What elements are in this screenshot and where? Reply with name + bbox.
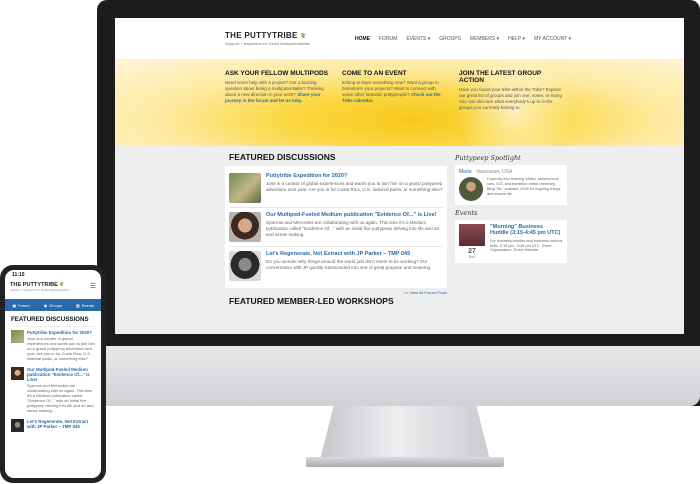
list-item[interactable]: Let's Regenerate, Not Extract with JP Pa… (229, 247, 443, 285)
spotlight-card: Mario · Vancouver, USA Currently into le… (455, 165, 567, 205)
post-excerpt: Jose is a curator of global experiences … (266, 181, 443, 193)
tab-events-label: Events (81, 302, 94, 308)
post-excerpt: Sparrow and Mercedes are collaborating w… (27, 383, 94, 414)
post-thumbnail (229, 173, 261, 203)
post-title[interactable]: Our Multipod-Fueled Medium publication "… (266, 212, 443, 218)
hamburger-menu-icon[interactable]: ☰ (90, 282, 96, 290)
post-thumbnail (229, 212, 261, 242)
nav-events[interactable]: EVENTS ▾ (406, 36, 430, 42)
event-title[interactable]: "Morning" Business Huddle (3:15-4:45 pm … (490, 224, 563, 237)
post-excerpt: Do you wonder why things around the worl… (266, 259, 432, 271)
groups-icon: ◉ (43, 302, 48, 308)
events-title: Events (455, 209, 478, 217)
nav-help[interactable]: HELP ▾ (508, 36, 525, 42)
post-title[interactable]: Let's Regenerate, Not Extract with JP Pa… (27, 419, 95, 429)
workshops-title: FEATURED MEMBER-LED WORKSHOPS (229, 296, 394, 306)
forum-icon: ▣ (12, 302, 17, 308)
phone-frame: 11:15 THE PUTTYTRIBE ❦ Support + Inspira… (0, 265, 106, 483)
tab-groups[interactable]: ◉ Groups (37, 299, 69, 311)
main-content: FEATURED DISCUSSIONS Puttytribe Expediti… (115, 146, 684, 334)
banner-event: COME TO AN EVENT Itching to learn someth… (342, 70, 447, 146)
nav-members[interactable]: MEMBERS ▾ (470, 36, 499, 42)
banner-groups-title: JOIN THE LATEST GROUP ACTION (459, 70, 542, 85)
tab-forum[interactable]: ▣ Forum (5, 299, 37, 311)
list-item[interactable]: Our Multipod-Fueled Medium publication "… (229, 208, 443, 247)
post-thumbnail (229, 251, 261, 281)
mobile-tagline: Support + Inspiration for Serial Multipo… (10, 288, 70, 292)
list-item[interactable]: Let's Regenerate, Not Extract with JP Pa… (9, 416, 97, 435)
banner-event-title: COME TO AN EVENT (342, 70, 407, 77)
view-all-forum-link[interactable]: >> View All Forum Posts (225, 290, 448, 295)
mobile-featured-title: FEATURED DISCUSSIONS (11, 316, 89, 323)
logo-text: THE PUTTYTRIBE (225, 31, 298, 40)
tab-groups-label: Groups (49, 302, 63, 308)
post-thumbnail (11, 419, 24, 433)
event-card[interactable]: 27 Nov "Morning" Business Huddle (3:15-4… (455, 220, 567, 263)
post-title[interactable]: Our Multipod-Fueled Medium publication "… (27, 367, 95, 382)
spotlight-text: Currently into learning Welsh, autonomou… (487, 177, 561, 196)
event-text: For business-minded and business-curious… (490, 238, 563, 253)
post-title[interactable]: Let's Regenerate, Not Extract with JP Pa… (266, 251, 443, 257)
event-month: Nov (468, 255, 476, 259)
mobile-screen: 11:15 THE PUTTYTRIBE ❦ Support + Inspira… (5, 270, 101, 478)
spotlight-location: Vancouver, USA (475, 169, 513, 175)
nav-home[interactable]: HOME (355, 36, 370, 42)
desktop-screen: THE PUTTYTRIBE ❦ Support + Inspiration f… (115, 18, 684, 334)
nav-groups[interactable]: GROUPS (439, 36, 461, 42)
event-day: 27 (468, 248, 476, 255)
list-item[interactable]: Puttytribe Expedition for 2020? Jose is … (229, 169, 443, 208)
banner-ask: ASK YOUR FELLOW MULTIPODS Need some help… (225, 70, 330, 146)
mockup-stage: THE PUTTYTRIBE ❦ Support + Inspiration f… (0, 0, 700, 484)
post-title[interactable]: Puttytribe Expedition for 2020? (27, 330, 95, 335)
main-nav: HOME FORUM EVENTS ▾ GROUPS MEMBERS ▾ HEL… (355, 36, 571, 42)
featured-title: FEATURED DISCUSSIONS (229, 152, 336, 162)
post-thumbnail (11, 367, 24, 381)
imac-chin (97, 346, 700, 406)
tab-events[interactable]: ▦ Events (69, 299, 101, 311)
featured-card: Puttytribe Expedition for 2020? Jose is … (225, 166, 447, 288)
site-header: THE PUTTYTRIBE ❦ Support + Inspiration f… (115, 18, 684, 60)
mobile-featured-card: Puttytribe Expedition for 2020? Jose is … (9, 326, 97, 436)
events-icon: ▦ (75, 302, 80, 308)
mobile-tabs: ▣ Forum ◉ Groups ▦ Events (5, 299, 101, 311)
list-item[interactable]: Our Multipod-Fueled Medium publication "… (9, 364, 97, 416)
event-image (459, 224, 485, 246)
nav-forum[interactable]: FORUM (379, 36, 397, 42)
mobile-header: THE PUTTYTRIBE ❦ Support + Inspiration f… (5, 279, 101, 299)
post-excerpt: Jose is a curator of global experiences … (27, 336, 95, 362)
avatar[interactable] (459, 177, 483, 201)
post-thumbnail (11, 330, 24, 343)
banner-ask-title: ASK YOUR FELLOW MULTIPODS (225, 70, 329, 77)
banner-groups-text: Have you found your tribe within the Tri… (459, 87, 563, 110)
post-excerpt: Sparrow and Mercedes are collaborating w… (266, 220, 440, 237)
imac-base (306, 457, 504, 467)
site-tagline: Support + Inspiration for Serial Multipo… (225, 41, 311, 46)
site-logo[interactable]: THE PUTTYTRIBE ❦ Support + Inspiration f… (225, 31, 355, 46)
nav-my-account[interactable]: MY ACCOUNT ▾ (534, 36, 571, 42)
banner-groups: JOIN THE LATEST GROUP ACTION Have you fo… (459, 70, 564, 146)
status-time: 11:15 (12, 272, 25, 278)
list-item[interactable]: Puttytribe Expedition for 2020? Jose is … (9, 327, 97, 364)
sidebar: Puttypeep Spotlight Mario · Vancouver, U… (455, 150, 567, 334)
event-date: 27 Nov (459, 248, 485, 259)
tab-forum-label: Forum (18, 302, 30, 308)
leaf-icon: ❦ (300, 33, 307, 40)
imac-stand (320, 406, 490, 460)
spotlight-name[interactable]: Mario (459, 169, 472, 175)
hero-banner: ASK YOUR FELLOW MULTIPODS Need some help… (115, 60, 684, 146)
featured-discussions: FEATURED DISCUSSIONS Puttytribe Expediti… (225, 150, 447, 334)
spotlight-title: Puttypeep Spotlight (455, 154, 521, 162)
post-title[interactable]: Puttytribe Expedition for 2020? (266, 173, 443, 179)
